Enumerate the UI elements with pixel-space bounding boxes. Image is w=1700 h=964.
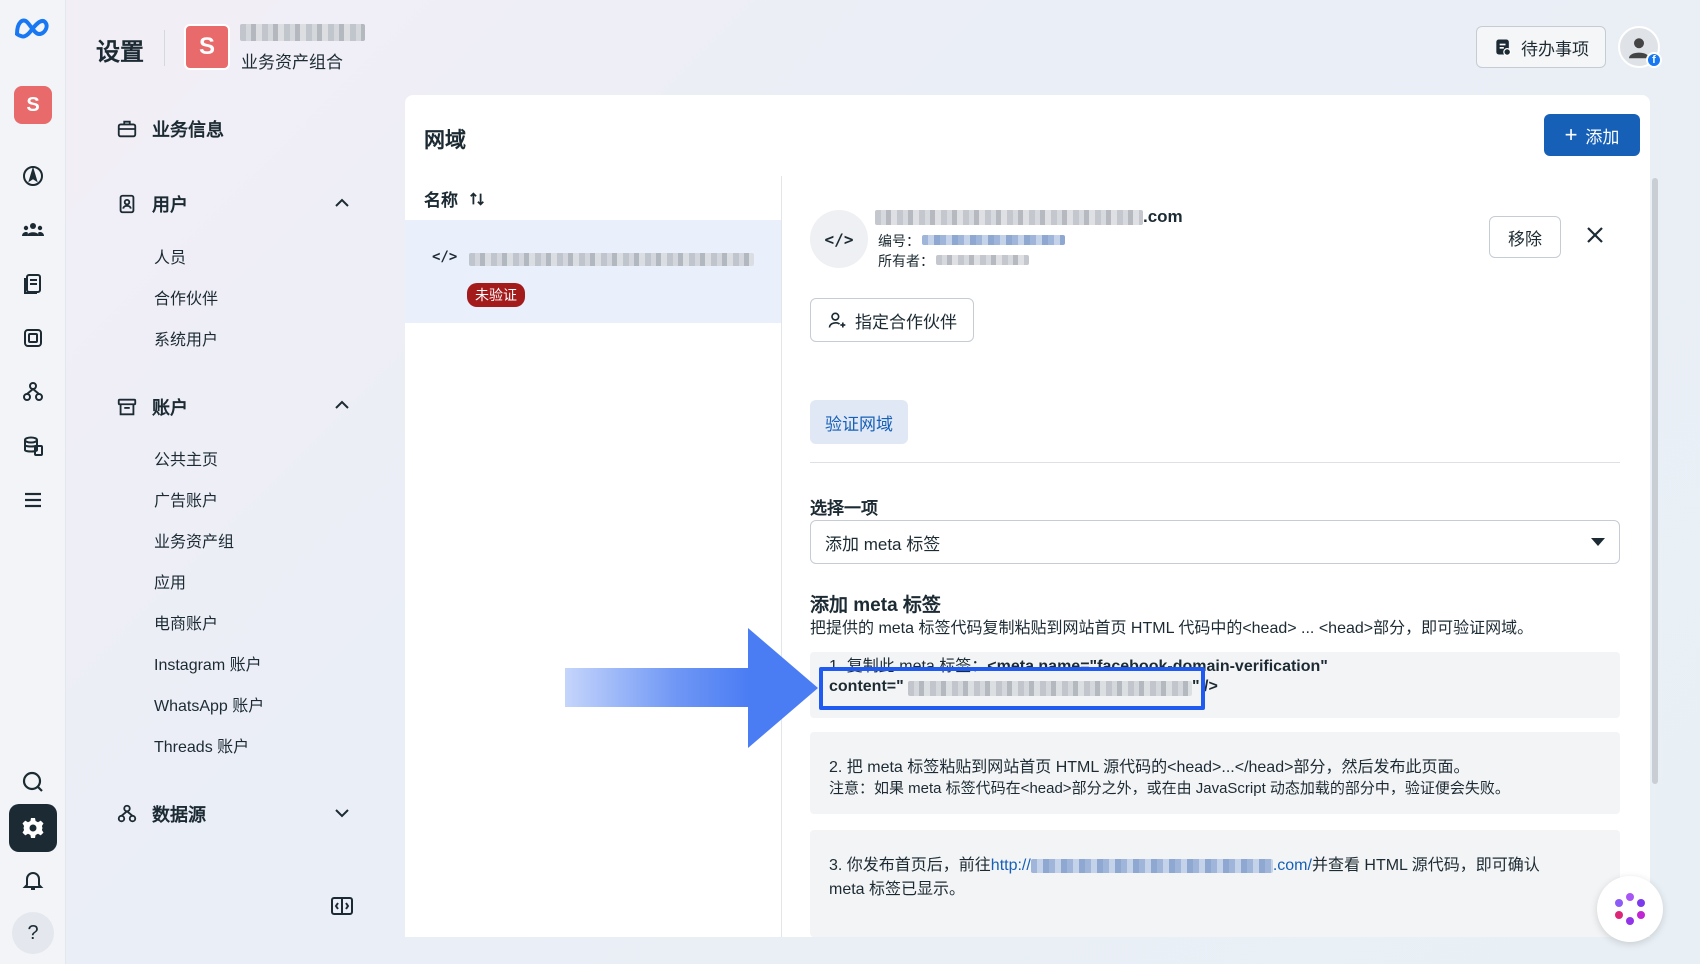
step-3-line-1: 3. 你发布首页后，前往http:// .com/并查看 HTML 源代码，即可确… [829,851,1540,875]
nav-data-sources[interactable]: 数据源 [116,801,206,827]
add-person-icon [828,312,846,328]
assign-partner-label: 指定合作伙伴 [855,312,957,332]
domain-id-redacted[interactable] [922,235,1065,245]
nav-data-sources-label: 数据源 [152,805,206,825]
meta-tag-section-description: 把提供的 meta 标签代码复制粘贴到网站首页 HTML 代码中的<head> … [810,620,1534,637]
chevron-up-icon[interactable] [332,395,352,415]
nav-whatsapp-accounts[interactable]: WhatsApp 账户 [154,692,264,716]
select-method-label: 选择一项 [810,499,878,518]
nav-business-info-label: 业务信息 [152,120,224,140]
notifications-bell-icon[interactable] [9,856,57,904]
meta-tag-section-title: 添加 meta 标签 [810,595,941,616]
ai-assistant-button[interactable] [1597,876,1663,942]
domain-code-icon: </> [810,210,868,268]
content-highlight-box [819,667,1205,710]
site-link-redacted[interactable] [1030,858,1273,873]
assign-partner-button[interactable]: 指定合作伙伴 [810,298,974,342]
domain-owner-label: 所有者： [878,253,934,269]
select-value: 添加 meta 标签 [825,534,941,554]
nav-threads-accounts[interactable]: Threads 账户 [154,733,249,757]
add-label: 添加 [1585,127,1620,147]
step-3-line-2: meta 标签已显示。 [829,881,966,898]
code-icon: </> [432,249,458,265]
site-link-end[interactable]: .com/ [1273,857,1312,874]
business-avatar[interactable]: S [14,86,52,124]
user-card-icon [119,194,135,214]
briefcase-icon [117,120,137,138]
user-avatar[interactable]: f [1618,26,1662,68]
step-2-note: 注意：如果 meta 标签代码在<head>部分之外，或在由 JavaScrip… [829,780,1510,797]
nav-business-asset-groups[interactable]: 业务资产组 [154,528,234,552]
step-3-suffix: 并查看 HTML 源代码，即可确认 [1311,857,1540,874]
todo-button[interactable]: 待办事项 [1476,26,1606,68]
search-icon[interactable] [9,758,57,806]
integrations-icon[interactable] [9,368,57,416]
remove-button[interactable]: 移除 [1489,216,1561,258]
nav-business-info[interactable]: 业务信息 [116,116,224,142]
meta-logo-icon[interactable] [9,4,57,52]
domain-owner-redacted [936,255,1029,265]
todo-list-icon [1496,39,1512,56]
nav-accounts-section[interactable]: 账户 [116,394,188,420]
help-button[interactable]: ? [12,912,54,954]
people-icon[interactable] [9,206,57,254]
close-icon[interactable] [1584,224,1606,246]
domain-id-label: 编号： [878,233,920,249]
chevron-down-icon[interactable] [332,803,352,823]
annotation-arrow-body [565,668,750,707]
nav-users-section[interactable]: 用户 [116,191,188,217]
nav-commerce-accounts[interactable]: 电商账户 [154,610,218,634]
nav-people[interactable]: 人员 [154,244,186,268]
unverified-badge: 未验证 [467,283,525,307]
add-domain-button[interactable]: + 添加 [1544,114,1640,156]
nav-apps[interactable]: 应用 [154,569,186,593]
annotation-arrow-head [748,628,818,748]
menu-icon[interactable] [9,476,57,524]
nav-instagram-accounts[interactable]: Instagram 账户 [154,651,262,675]
todo-label: 待办事项 [1521,39,1589,59]
site-link-start[interactable]: http:// [991,857,1031,874]
domain-suffix: .com [1143,207,1183,226]
facebook-badge-icon: f [1646,52,1662,68]
compass-icon[interactable] [9,152,57,200]
caret-down-icon [1591,538,1605,546]
settings-gear-icon[interactable] [9,804,57,852]
detail-domain-redacted [875,210,1143,225]
billing-icon[interactable] [9,422,57,470]
sort-by-name-header[interactable]: 名称 [424,186,486,211]
nav-partners[interactable]: 合作伙伴 [154,285,218,309]
domain-list-item[interactable] [405,220,781,323]
collapse-sidebar-icon[interactable] [330,896,354,916]
chevron-up-icon[interactable] [332,193,352,213]
pages-icon[interactable] [9,260,57,308]
nav-accounts-label: 账户 [152,398,188,418]
nav-pages[interactable]: 公共主页 [154,446,218,470]
page-title: 设置 [96,39,144,66]
verification-method-select[interactable]: 添加 meta 标签 [810,520,1620,564]
left-rail: S ? [0,0,66,964]
tab-verify-domain[interactable]: 验证网域 [810,400,908,444]
step-3-prefix: 3. 你发布首页后，前往 [829,857,991,874]
ad-accounts-icon[interactable] [9,314,57,362]
business-portfolio-avatar[interactable]: S [184,24,230,70]
nav-system-users[interactable]: 系统用户 [154,326,218,350]
archive-box-icon [117,398,137,416]
panel-title: 网域 [424,129,466,152]
domain-name-redacted [469,253,754,266]
detail-scrollbar[interactable] [1652,178,1658,784]
name-column-label: 名称 [424,191,458,210]
nav-users-label: 用户 [152,195,188,215]
step-2-line-1: 2. 把 meta 标签粘贴到网站首页 HTML 源代码的<head>...</… [829,759,1470,776]
data-sources-icon [117,804,137,823]
plus-icon: + [1564,122,1578,147]
ai-sparkle-icon [1615,893,1645,925]
sort-arrows-icon [470,191,484,206]
section-divider [810,462,1620,463]
nav-ad-accounts[interactable]: 广告账户 [154,487,218,511]
header-divider [164,30,165,66]
business-portfolio-label: 业务资产组合 [241,53,343,72]
list-detail-divider [781,176,782,937]
business-name-redacted [240,24,365,41]
